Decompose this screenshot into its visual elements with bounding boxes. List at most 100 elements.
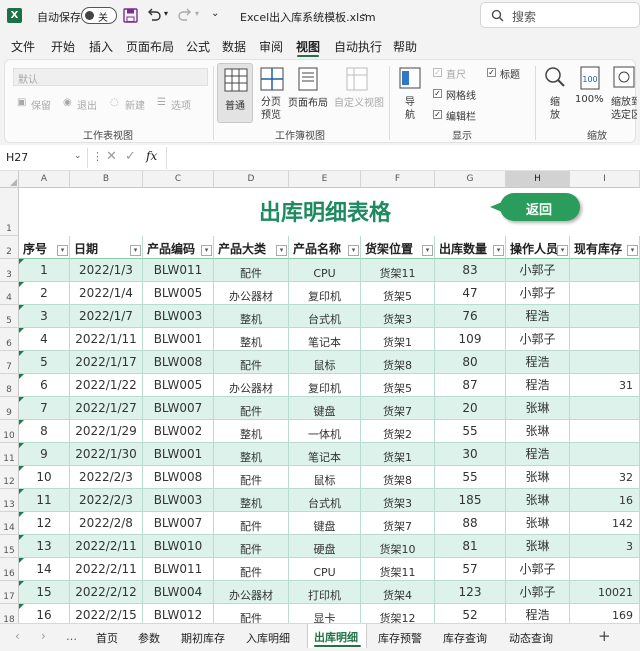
- insert-function-icon[interactable]: fx: [146, 149, 157, 163]
- table-cell[interactable]: 2022/2/3: [70, 489, 143, 512]
- table-cell[interactable]: 2022/1/4: [70, 282, 143, 305]
- column-header-a[interactable]: A: [19, 171, 70, 188]
- file-name[interactable]: Excel出入库系统模板.xlsm: [240, 9, 376, 25]
- save-icon[interactable]: [123, 8, 138, 23]
- table-cell[interactable]: 2022/1/29: [70, 420, 143, 443]
- row-header-3[interactable]: 3: [0, 259, 19, 282]
- autosave-toggle[interactable]: 关: [81, 7, 117, 24]
- table-cell[interactable]: 笔记本: [289, 443, 361, 466]
- table-cell[interactable]: 键盘: [289, 512, 361, 535]
- table-cell[interactable]: 配件: [214, 351, 289, 374]
- table-cell[interactable]: 16: [570, 489, 640, 512]
- table-cell[interactable]: 1: [19, 259, 70, 282]
- table-cell[interactable]: BLW003: [143, 305, 214, 328]
- table-cell[interactable]: 张琳: [506, 489, 570, 512]
- table-cell[interactable]: 80: [435, 351, 506, 374]
- options-view-icon[interactable]: ☰: [157, 97, 166, 108]
- table-cell[interactable]: BLW005: [143, 374, 214, 397]
- filter-dropdown-icon[interactable]: ▾: [130, 245, 141, 256]
- sheet-view-dropdown[interactable]: 默认: [13, 68, 208, 86]
- row-header-16[interactable]: 16: [0, 558, 19, 581]
- row-header-4[interactable]: 4: [0, 282, 19, 305]
- row-header-5[interactable]: 5: [0, 305, 19, 328]
- redo-icon[interactable]: [177, 7, 193, 23]
- table-cell[interactable]: 2022/2/12: [70, 581, 143, 604]
- table-cell[interactable]: 123: [435, 581, 506, 604]
- table-cell[interactable]: 显卡: [289, 604, 361, 623]
- zoom-to-selection-button[interactable]: 缩放到 选定区域: [609, 63, 637, 123]
- name-box[interactable]: H27 ⌄: [2, 148, 88, 168]
- search-box[interactable]: 搜索: [480, 2, 640, 28]
- table-cell[interactable]: 配件: [214, 604, 289, 623]
- row-header-12[interactable]: 12: [0, 466, 19, 489]
- table-cell[interactable]: 小郭子: [506, 558, 570, 581]
- ruler-checkbox[interactable]: ✓: [433, 68, 442, 77]
- table-cell[interactable]: 12: [19, 512, 70, 535]
- table-cell[interactable]: 货架12: [361, 604, 435, 623]
- column-header-i[interactable]: I: [570, 171, 640, 188]
- table-cell[interactable]: 10: [19, 466, 70, 489]
- table-cell[interactable]: 52: [435, 604, 506, 623]
- table-cell[interactable]: BLW003: [143, 489, 214, 512]
- undo-dropdown-icon[interactable]: ▾: [164, 9, 168, 18]
- row-header-11[interactable]: 11: [0, 443, 19, 466]
- table-header-cell[interactable]: 现有库存 ▾: [570, 236, 640, 259]
- table-cell[interactable]: 货架4: [361, 581, 435, 604]
- column-header-d[interactable]: D: [214, 171, 289, 188]
- table-cell[interactable]: [570, 305, 640, 328]
- table-cell[interactable]: 整机: [214, 305, 289, 328]
- name-box-dropdown-icon[interactable]: ⌄: [74, 151, 82, 161]
- table-cell[interactable]: 2022/2/8: [70, 512, 143, 535]
- table-cell[interactable]: 配件: [214, 512, 289, 535]
- menu-page-layout[interactable]: 页面布局: [126, 38, 174, 55]
- row-header-6[interactable]: 6: [0, 328, 19, 351]
- table-cell[interactable]: 142: [570, 512, 640, 535]
- table-cell[interactable]: 办公器材: [214, 581, 289, 604]
- table-cell[interactable]: 货架11: [361, 259, 435, 282]
- table-cell[interactable]: 货架8: [361, 466, 435, 489]
- tab-stock-query[interactable]: 库存查询: [443, 630, 487, 646]
- table-cell[interactable]: 5: [19, 351, 70, 374]
- row-header-1[interactable]: 1: [0, 188, 19, 236]
- table-cell[interactable]: 程浩: [506, 604, 570, 623]
- row-header-7[interactable]: 7: [0, 351, 19, 374]
- table-cell[interactable]: 整机: [214, 489, 289, 512]
- tab-home[interactable]: 首页: [96, 630, 118, 646]
- table-cell[interactable]: 3: [19, 305, 70, 328]
- filename-chevron-icon[interactable]: ⌄: [360, 8, 368, 19]
- formulabar-checkbox[interactable]: ✓: [433, 110, 442, 119]
- menu-help[interactable]: 帮助: [393, 38, 417, 55]
- options-view-button[interactable]: 选项: [171, 97, 191, 112]
- table-cell[interactable]: 2022/1/3: [70, 259, 143, 282]
- table-cell[interactable]: 一体机: [289, 420, 361, 443]
- new-view-button[interactable]: 新建: [125, 97, 145, 112]
- table-cell[interactable]: BLW010: [143, 535, 214, 558]
- table-header-cell[interactable]: 产品大类 ▾: [214, 236, 289, 259]
- table-cell[interactable]: 张琳: [506, 535, 570, 558]
- add-sheet-button[interactable]: +: [598, 627, 611, 645]
- page-break-preview-button[interactable]: 分页 预览: [257, 63, 287, 123]
- table-cell[interactable]: 57: [435, 558, 506, 581]
- table-cell[interactable]: 复印机: [289, 374, 361, 397]
- column-header-f[interactable]: F: [361, 171, 435, 188]
- return-button[interactable]: 返回: [490, 193, 580, 221]
- table-cell[interactable]: 配件: [214, 397, 289, 420]
- filter-dropdown-icon[interactable]: ▾: [57, 245, 68, 256]
- filter-dropdown-icon[interactable]: ▾: [493, 245, 504, 256]
- table-cell[interactable]: 7: [19, 397, 70, 420]
- table-cell[interactable]: [570, 397, 640, 420]
- menu-data[interactable]: 数据: [222, 38, 246, 55]
- filter-dropdown-icon[interactable]: ▾: [276, 245, 287, 256]
- column-header-g[interactable]: G: [435, 171, 506, 188]
- table-cell[interactable]: 47: [435, 282, 506, 305]
- table-header-cell[interactable]: 产品名称 ▾: [289, 236, 361, 259]
- table-cell[interactable]: 鼠标: [289, 351, 361, 374]
- table-cell[interactable]: 13: [19, 535, 70, 558]
- table-cell[interactable]: 2: [19, 282, 70, 305]
- table-cell[interactable]: BLW008: [143, 351, 214, 374]
- table-cell[interactable]: [570, 443, 640, 466]
- table-cell[interactable]: CPU: [289, 558, 361, 581]
- tab-outbound-active[interactable]: 出库明细: [307, 624, 367, 648]
- table-cell[interactable]: 程浩: [506, 305, 570, 328]
- row-header-15[interactable]: 15: [0, 535, 19, 558]
